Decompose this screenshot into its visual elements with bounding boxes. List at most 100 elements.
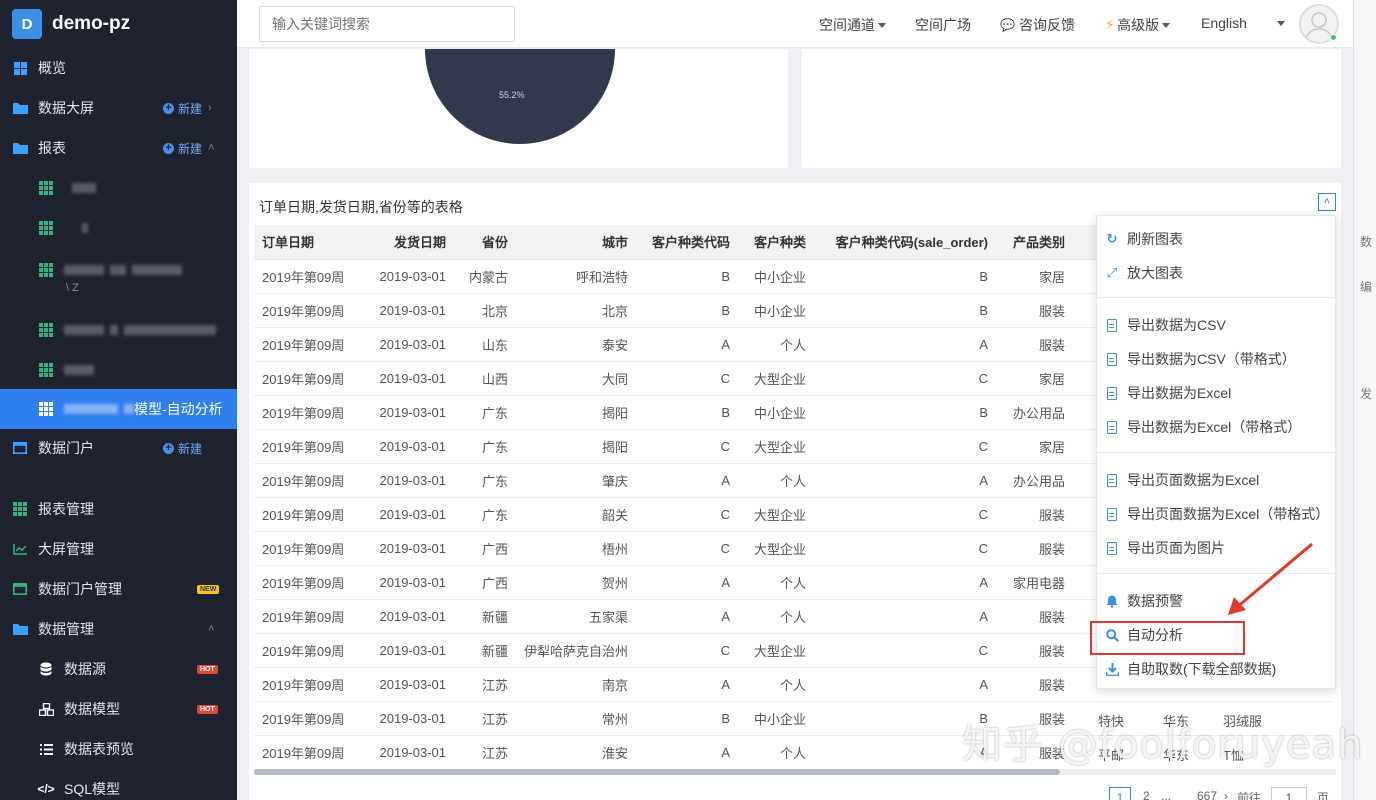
report-item-4[interactable]: [0, 310, 237, 350]
column-header[interactable]: 客户种类代码(sale_order): [814, 225, 997, 260]
expand-icon: ⤢: [1106, 265, 1118, 280]
table-cell: 广东: [454, 395, 516, 430]
sidebar-item-screen-manage[interactable]: 大屏管理: [0, 529, 237, 569]
new-data-screen-button[interactable]: + 新建: [163, 100, 202, 117]
sidebar-item-data-model[interactable]: 数据模型 HOT: [0, 689, 237, 729]
language-dropdown[interactable]: English: [1201, 15, 1285, 31]
space-channel-dropdown[interactable]: 空间通道: [819, 15, 886, 35]
goto-label: 前往: [1237, 791, 1262, 800]
table-cell: 2019年第09周: [254, 735, 364, 770]
table-cell: 山东: [454, 327, 516, 362]
table-cell: C: [814, 633, 997, 668]
table-cell: B: [814, 395, 997, 430]
pagination-ellipsis: ...: [1161, 789, 1172, 800]
report-item-1[interactable]: [0, 168, 237, 208]
table-cell: 2019-03-01: [364, 667, 454, 702]
sidebar-item-label: 数据模型: [64, 701, 120, 717]
column-header[interactable]: 发货日期: [364, 225, 454, 260]
dashboard-icon: [12, 60, 28, 76]
sidebar-item-label: 模型-自动分析: [134, 401, 223, 417]
page-2-button[interactable]: 2: [1143, 789, 1150, 800]
search-input[interactable]: [259, 6, 515, 42]
menu-item-refresh[interactable]: ↻ 刷新图表: [1097, 222, 1335, 256]
sidebar-item-overview[interactable]: 概览: [0, 48, 237, 88]
table-cell: A: [814, 327, 997, 362]
image-file-icon: [1105, 541, 1119, 555]
last-page-button[interactable]: 667: [1197, 789, 1217, 800]
download-icon: [1105, 662, 1119, 676]
brand[interactable]: D demo-pz: [0, 0, 237, 48]
new-report-button[interactable]: + 新建: [163, 140, 202, 157]
report-item-auto-analysis[interactable]: 模型-自动分析: [0, 389, 237, 429]
sidebar-item-label: 大屏管理: [38, 541, 94, 557]
excel-file-icon: [1105, 507, 1119, 521]
table-icon: [38, 262, 54, 278]
sidebar-item-report-manage[interactable]: 报表管理: [0, 489, 237, 529]
hot-badge: HOT: [197, 664, 218, 674]
column-header[interactable]: 城市: [516, 225, 637, 260]
menu-item-enlarge[interactable]: ⤢ 放大图表: [1097, 256, 1335, 290]
table-cell: 大型企业: [738, 633, 815, 668]
table-cell: 大同: [516, 361, 637, 396]
menu-item-self-fetch[interactable]: 自助取数(下载全部数据): [1097, 652, 1335, 686]
goto-page-input[interactable]: 1: [1271, 787, 1307, 800]
brand-name: demo-pz: [52, 13, 131, 34]
sidebar-item-table-preview[interactable]: 数据表预览: [0, 729, 237, 769]
table-cell: 2019年第09周: [254, 633, 364, 668]
column-header[interactable]: 客户种类代码: [636, 225, 739, 260]
page-1-button[interactable]: 1: [1109, 787, 1131, 800]
bolt-icon: ⚡: [1105, 17, 1115, 32]
chevron-right-icon: ›: [208, 102, 212, 114]
sidebar-item-data-screen[interactable]: 数据大屏 + 新建 ›: [0, 88, 237, 128]
new-badge: NEW: [197, 584, 220, 594]
table-cell: 2019-03-01: [364, 327, 454, 362]
table-icon: [38, 322, 54, 338]
annotation-highlight-box: [1090, 621, 1245, 655]
column-header[interactable]: 订单日期: [254, 225, 364, 260]
table-cell: 家居: [996, 259, 1074, 294]
table-cell: 江苏: [454, 701, 516, 736]
table-cell: 伊犁哈萨克自治州: [516, 633, 637, 668]
sidebar-item-label: 数据管理: [38, 621, 94, 637]
menu-item-export-page-excel-formatted[interactable]: 导出页面数据为Excel（带格式）: [1097, 497, 1335, 531]
table-cell: C: [636, 497, 739, 532]
sidebar-item-reports[interactable]: 报表 + 新建 ˄: [0, 128, 237, 168]
table-cell: 个人: [738, 667, 815, 702]
next-page-icon[interactable]: ›: [1224, 789, 1228, 800]
table-cell: A: [636, 667, 739, 702]
table-cell: 广东: [454, 429, 516, 464]
sidebar-item-data-manage[interactable]: 数据管理 ˄: [0, 609, 237, 649]
table-cell: 北京: [516, 293, 637, 328]
menu-item-export-page-excel[interactable]: 导出页面数据为Excel: [1097, 463, 1335, 497]
menu-item-export-excel-formatted[interactable]: 导出数据为Excel（带格式）: [1097, 410, 1335, 444]
table-cell: 2019年第09周: [254, 565, 364, 600]
sidebar-item-label: 数据门户管理: [38, 581, 122, 597]
sidebar-item-sql-model[interactable]: </> SQL模型: [0, 769, 237, 800]
table-cell: 中小企业: [738, 259, 815, 294]
menu-item-export-excel[interactable]: 导出数据为Excel: [1097, 376, 1335, 410]
space-square-link[interactable]: 空间广场: [915, 15, 971, 35]
excel-file-icon: [1105, 420, 1119, 434]
report-item-2[interactable]: [0, 208, 237, 248]
table-cell: 个人: [738, 735, 815, 770]
table-cell: 2019年第09周: [254, 531, 364, 566]
chevron-up-icon[interactable]: ˄: [1318, 193, 1336, 211]
sidebar-item-label: 概览: [38, 60, 66, 76]
table-cell: 山西: [454, 361, 516, 396]
column-header[interactable]: 产品类别: [996, 225, 1074, 260]
sidebar-item-datasource[interactable]: 数据源 HOT: [0, 649, 237, 689]
table-cell: 内蒙古: [454, 259, 516, 294]
premium-dropdown[interactable]: ⚡ 高级版: [1105, 15, 1171, 35]
table-cell: 北京: [454, 293, 516, 328]
report-item-3[interactable]: \ Z: [0, 250, 237, 298]
new-portal-button[interactable]: + 新建: [163, 440, 202, 457]
menu-item-export-csv[interactable]: 导出数据为CSV: [1097, 308, 1335, 342]
column-header[interactable]: 省份: [454, 225, 516, 260]
sidebar-item-data-portal[interactable]: 数据门户 + 新建: [0, 428, 237, 468]
menu-item-export-csv-formatted[interactable]: 导出数据为CSV（带格式）: [1097, 342, 1335, 376]
feedback-link[interactable]: 💬 咨询反馈: [1000, 15, 1075, 35]
table-cell: 2019-03-01: [364, 429, 454, 464]
sidebar-item-portal-manage[interactable]: 数据门户管理 NEW: [0, 569, 237, 609]
report-item-5[interactable]: [0, 350, 237, 390]
column-header[interactable]: 客户种类: [738, 225, 815, 260]
